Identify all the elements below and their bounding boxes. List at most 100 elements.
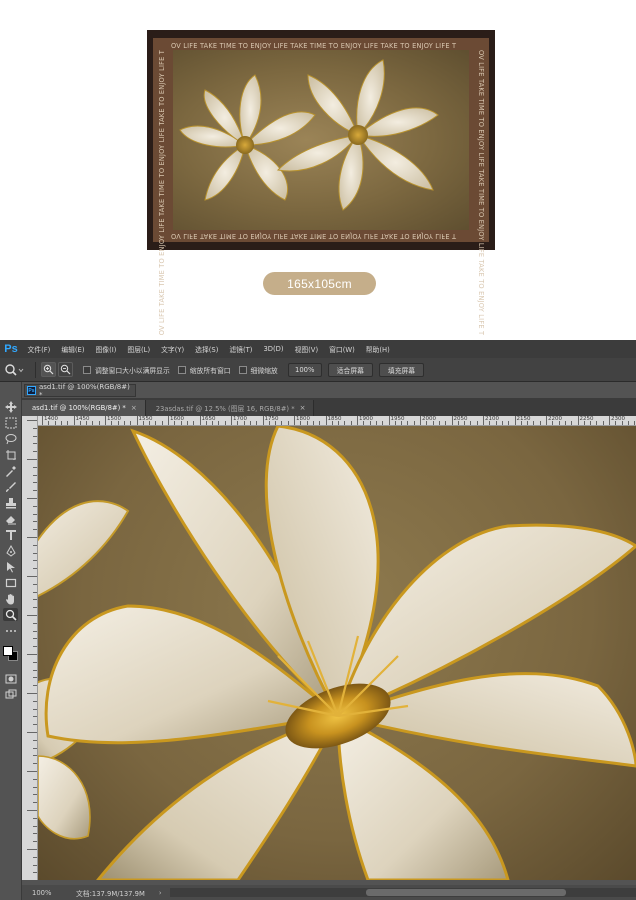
ruler-tick <box>33 443 37 445</box>
menu-3d[interactable]: 3D(D) <box>258 345 289 353</box>
tab-23asdas[interactable]: 23asdas.tif @ 12.5% (图层 16, RGB/8#) * × <box>145 400 315 416</box>
menu-filter[interactable]: 滤镜(T) <box>224 344 258 354</box>
foreground-color-swatch[interactable] <box>3 646 13 656</box>
ruler-tick <box>420 416 421 425</box>
ruler-tick <box>33 544 37 546</box>
fill-screen-button[interactable]: 填充屏幕 <box>378 362 425 377</box>
lasso-tool-icon[interactable] <box>3 432 18 445</box>
status-menu-arrow-icon[interactable]: › <box>159 889 162 897</box>
pen-tool-icon[interactable] <box>3 544 18 557</box>
screen-mode-icon[interactable] <box>3 688 18 701</box>
checkbox-box[interactable] <box>83 365 91 374</box>
menu-image[interactable]: 图像(I) <box>90 344 122 354</box>
fit-screen-button[interactable]: 适合屏幕 <box>327 362 373 377</box>
marquee-tool-icon[interactable] <box>3 416 18 429</box>
zoom-out-button[interactable] <box>58 362 73 377</box>
ruler-minor-tick <box>142 421 144 425</box>
eyedropper-tool-icon[interactable] <box>3 464 18 477</box>
options-bar: 调整窗口大小以满屏显示 缩放所有窗口 细微缩放 100% 适合屏幕 填充屏幕 <box>0 358 636 382</box>
ruler-minor-tick <box>401 421 403 425</box>
quick-mask-icon[interactable] <box>3 672 18 685</box>
ruler-minor-tick <box>363 421 365 425</box>
menu-bar: Ps 文件(F) 编辑(E) 图像(I) 图层(L) 文字(Y) 选择(S) 滤… <box>0 340 636 358</box>
ruler-tick <box>73 416 75 425</box>
ruler-tick <box>33 825 37 827</box>
menu-type[interactable]: 文字(Y) <box>156 344 190 354</box>
move-tool-icon[interactable] <box>3 400 18 413</box>
path-selection-tool-icon[interactable] <box>3 560 18 573</box>
close-icon[interactable]: × <box>300 404 306 412</box>
ruler-minor-tick <box>413 421 415 425</box>
menu-help[interactable]: 帮助(H) <box>360 344 395 354</box>
tab-asd1-label: asd1.tif @ 100%(RGB/8#) * <box>32 404 126 412</box>
ruler-tick <box>33 599 37 601</box>
ruler-label: 2050 <box>453 416 468 422</box>
ruler-tick <box>33 841 37 843</box>
ruler-minor-tick <box>369 421 371 425</box>
zoom-all-windows-label: 缩放所有窗口 <box>189 366 231 375</box>
ruler-minor-tick <box>394 421 396 425</box>
zoom-tool-preset[interactable] <box>4 361 30 379</box>
eraser-tool-icon[interactable] <box>3 512 18 525</box>
resize-windows-checkbox[interactable]: 调整窗口大小以满屏显示 <box>83 365 170 375</box>
zoom-all-windows-checkbox[interactable]: 缩放所有窗口 <box>177 365 231 375</box>
ruler-minor-tick <box>60 421 62 425</box>
ruler-minor-tick <box>426 421 428 425</box>
ruler-tick <box>231 416 232 425</box>
ruler-minor-tick <box>205 421 207 425</box>
menu-layer[interactable]: 图层(L) <box>122 344 156 354</box>
menu-view[interactable]: 视图(V) <box>289 344 324 354</box>
hand-tool-icon[interactable] <box>3 592 18 605</box>
ruler-tick <box>42 416 43 425</box>
floating-document-tab[interactable]: Ps asd1.tif @ 100%(RGB/8#) * <box>24 383 136 399</box>
vertical-ruler <box>22 416 38 880</box>
photoshop-window: Ps 文件(F) 编辑(E) 图像(I) 图层(L) 文字(Y) 选择(S) 滤… <box>0 340 636 900</box>
checkbox-box[interactable] <box>177 365 186 374</box>
type-tool-icon[interactable] <box>3 528 18 541</box>
ruler-tick <box>33 716 37 718</box>
ruler-minor-tick <box>117 421 119 425</box>
ruler-minor-tick <box>312 421 314 425</box>
zoom-tool-icon[interactable] <box>3 608 18 621</box>
zoom-in-button[interactable] <box>41 362 56 377</box>
menu-file[interactable]: 文件(F) <box>22 344 56 354</box>
document-canvas[interactable] <box>38 426 636 880</box>
crop-tool-icon[interactable] <box>3 448 18 461</box>
checkbox-box[interactable] <box>238 365 247 374</box>
color-swatches[interactable] <box>3 646 19 662</box>
ruler-tick <box>33 794 37 796</box>
stamp-tool-icon[interactable] <box>3 496 18 509</box>
ruler-minor-tick <box>438 421 440 425</box>
more-tools-icon[interactable] <box>3 624 18 637</box>
ruler-tick <box>27 810 37 811</box>
status-zoom[interactable]: 100% <box>22 889 62 897</box>
rug-border-text-bottom: OV LIFE TAKE TIME TO ENJOY LIFE TAKE TIM… <box>171 232 457 240</box>
menu-edit[interactable]: 编辑(E) <box>56 344 90 354</box>
ruler-tick <box>33 451 37 453</box>
menu-select[interactable]: 选择(S) <box>190 344 224 354</box>
ruler-tick <box>514 416 516 425</box>
ruler-minor-tick <box>86 421 88 425</box>
ruler-label: 2250 <box>579 416 594 422</box>
scrollbar-thumb[interactable] <box>366 889 566 896</box>
ruler-minor-tick <box>596 421 598 425</box>
ruler-minor-tick <box>476 421 478 425</box>
rectangle-tool-icon[interactable] <box>3 576 18 589</box>
ruler-tick <box>546 416 547 425</box>
ruler-tick <box>33 529 37 531</box>
ruler-tick <box>609 416 610 425</box>
ruler-minor-tick <box>287 421 289 425</box>
ruler-tick <box>33 802 37 804</box>
horizontal-scrollbar[interactable] <box>170 888 636 897</box>
ruler-minor-tick <box>67 421 69 425</box>
ruler-minor-tick <box>180 421 182 425</box>
scrubby-zoom-checkbox[interactable]: 细微缩放 <box>238 365 278 375</box>
tab-asd1[interactable]: asd1.tif @ 100%(RGB/8#) * × <box>22 400 146 416</box>
ruler-tick <box>27 420 37 421</box>
ruler-minor-tick <box>501 421 503 425</box>
zoom-percent-button[interactable]: 100% <box>287 362 322 377</box>
ruler-tick <box>27 771 37 772</box>
close-icon[interactable]: × <box>131 404 137 412</box>
brush-tool-icon[interactable] <box>3 480 18 493</box>
menu-window[interactable]: 窗口(W) <box>324 344 361 354</box>
